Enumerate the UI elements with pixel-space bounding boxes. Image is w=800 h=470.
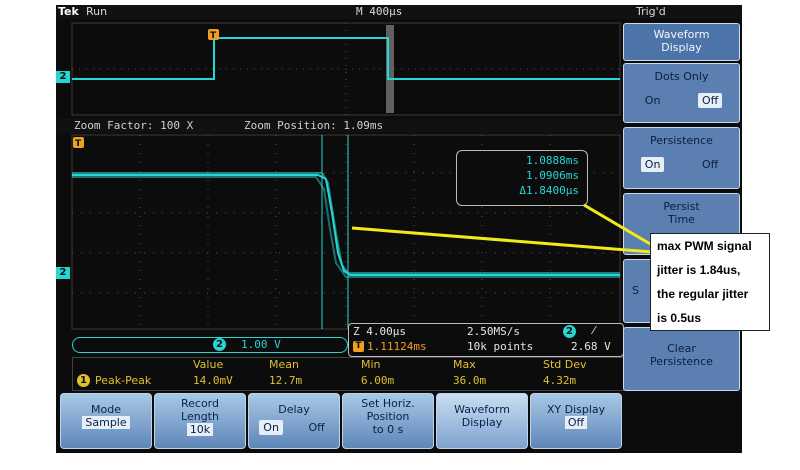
annotation-line-2: jitter is 1.84us, (657, 263, 741, 277)
annotation-line-3: the regular jitter (657, 287, 749, 301)
annotation-callout: max PWM signal jitter is 1.84us, the reg… (650, 233, 770, 331)
annotation-line-4: is 0.5us (657, 311, 702, 325)
annotation-line-1: max PWM signal (657, 239, 752, 253)
